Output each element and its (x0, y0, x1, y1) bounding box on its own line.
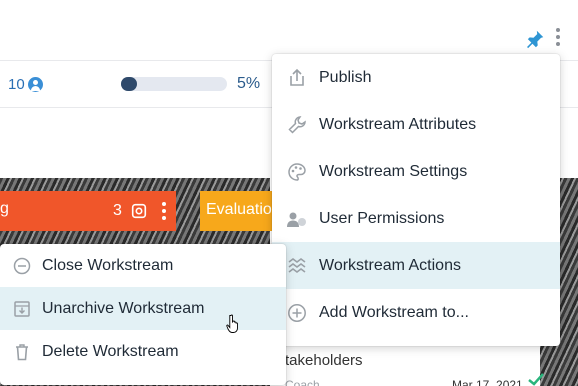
more-options-button[interactable] (553, 26, 563, 52)
coach-text: Coach (285, 378, 320, 386)
pin-icon[interactable] (524, 28, 546, 50)
date-text: Mar 17, 2021 (452, 378, 523, 386)
unarchive-icon (11, 298, 33, 320)
menu-item-label: User Permissions (319, 209, 445, 227)
card-title: Evaluatio (206, 201, 272, 218)
member-count[interactable]: 10 (8, 76, 43, 93)
member-count-value: 10 (8, 76, 25, 93)
menu-item-close-workstream[interactable]: Close Workstream (0, 244, 286, 287)
menu-item-workstream-settings[interactable]: Workstream Settings (272, 148, 560, 195)
palette-icon (286, 161, 308, 183)
menu-item-unarchive-workstream[interactable]: Unarchive Workstream (0, 287, 286, 330)
menu-item-workstream-actions[interactable]: Workstream Actions (272, 242, 560, 289)
workstream-card-header-yellow[interactable]: Evaluatio (200, 191, 280, 231)
menu-item-publish[interactable]: Publish (272, 54, 560, 101)
user-circle-icon (27, 77, 43, 92)
settings-icon[interactable] (130, 202, 148, 220)
progress-label: 5% (237, 75, 261, 92)
workstream-context-menu: Publish Workstream Attributes Workstream… (272, 54, 560, 346)
menu-item-delete-workstream[interactable]: Delete Workstream (0, 330, 286, 373)
minus-circle-icon (11, 255, 33, 277)
upload-icon (286, 67, 308, 89)
progress-bar (121, 77, 227, 91)
waves-icon (286, 255, 308, 277)
hand-cursor-icon (226, 314, 238, 333)
progress-bar-fill (121, 77, 137, 91)
menu-item-label: Close Workstream (42, 256, 174, 274)
check-icon (528, 373, 544, 386)
plus-circle-icon (286, 302, 308, 324)
menu-item-user-permissions[interactable]: User Permissions (272, 195, 560, 242)
menu-item-label: Workstream Actions (319, 256, 461, 274)
card-title-fragment: g (0, 200, 9, 217)
menu-item-label: Add Workstream to... (319, 303, 469, 321)
menu-item-label: Workstream Settings (319, 162, 468, 180)
trash-icon (11, 341, 33, 363)
workstream-card-header-red[interactable]: g 3 (0, 191, 176, 231)
card-count: 3 (113, 202, 122, 219)
workstream-page: 10 5% g 3 Evaluatio takeholders Coach Ma… (0, 0, 578, 386)
wrench-icon (286, 114, 308, 136)
menu-item-workstream-attributes[interactable]: Workstream Attributes (272, 101, 560, 148)
workstream-actions-submenu: Close Workstream Unarchive Workstream De… (0, 244, 286, 385)
menu-item-label: Unarchive Workstream (42, 299, 205, 317)
menu-item-label: Delete Workstream (42, 342, 179, 360)
user-permissions-icon (286, 208, 308, 230)
menu-item-label: Publish (319, 68, 372, 86)
menu-item-add-workstream-to[interactable]: Add Workstream to... (272, 289, 560, 336)
stakeholders-text: takeholders (285, 352, 363, 369)
card-more-options-button[interactable] (160, 201, 168, 223)
menu-item-label: Workstream Attributes (319, 115, 477, 133)
